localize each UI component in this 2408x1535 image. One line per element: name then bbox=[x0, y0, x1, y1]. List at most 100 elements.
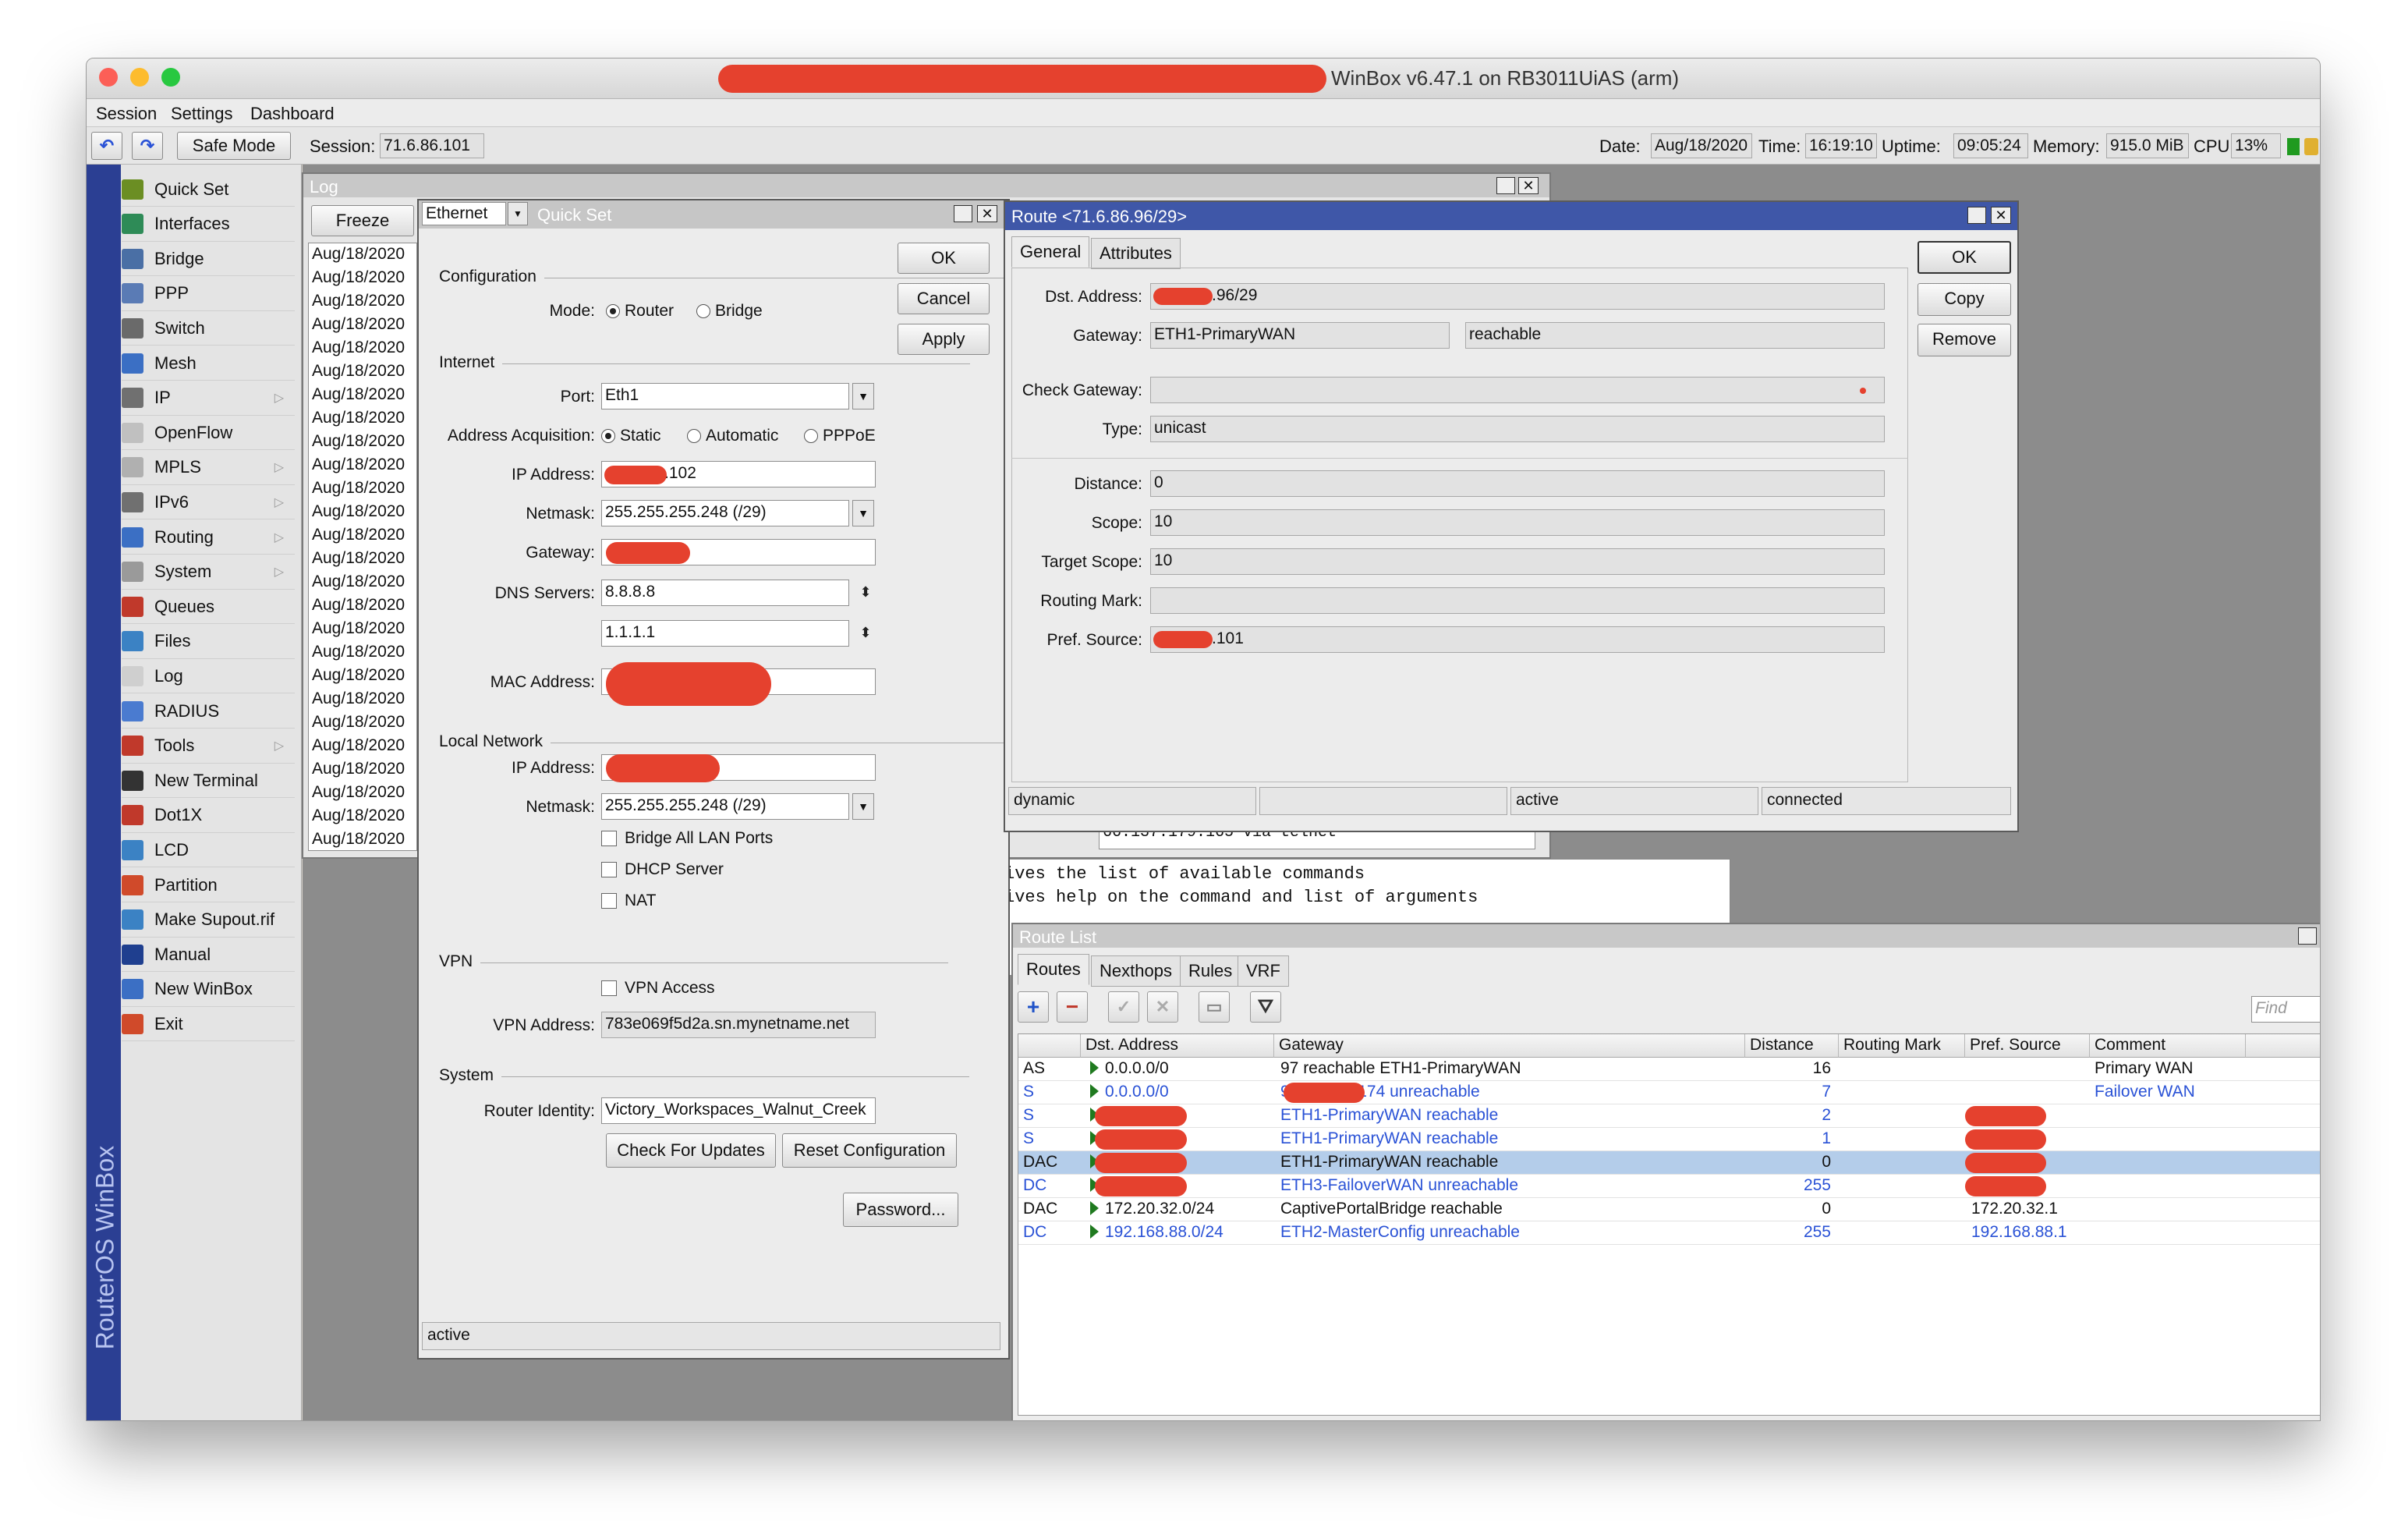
sidebar-item-new-terminal[interactable]: New Terminal bbox=[122, 764, 295, 799]
close-icon[interactable]: ✕ bbox=[1991, 207, 2011, 224]
freeze-button[interactable]: Freeze bbox=[311, 205, 414, 236]
port-field[interactable]: Eth1 bbox=[601, 383, 849, 409]
table-row[interactable]: S96/29ETH1-PrimaryWAN reachable1.101 bbox=[1018, 1128, 2320, 1151]
log-entry[interactable]: Aug/18/2020 bbox=[312, 526, 405, 544]
dhcp-server-checkbox[interactable] bbox=[601, 862, 617, 877]
log-entry[interactable]: Aug/18/2020 bbox=[312, 268, 405, 287]
table-row[interactable]: DC7.168/29ETH3-FailoverWAN unreachable25… bbox=[1018, 1175, 2320, 1198]
sidebar-item-exit[interactable]: Exit bbox=[122, 1007, 295, 1042]
vpn-access-checkbox[interactable] bbox=[601, 980, 617, 996]
mode-bridge-radio[interactable]: Bridge bbox=[696, 302, 763, 321]
col-extra[interactable] bbox=[2246, 1034, 2320, 1058]
mode-select[interactable]: Ethernet bbox=[422, 202, 506, 225]
menu-settings[interactable]: Settings bbox=[171, 104, 233, 124]
col-pref-source[interactable]: Pref. Source bbox=[1965, 1034, 2090, 1058]
table-row[interactable]: DAC96/29ETH1-PrimaryWAN reachable0.101 bbox=[1018, 1151, 2320, 1175]
filter-icon[interactable]: ⛛ bbox=[1250, 991, 1281, 1023]
routing-mark-field[interactable] bbox=[1150, 587, 1885, 614]
log-entry[interactable]: Aug/18/2020 bbox=[312, 456, 405, 474]
bridge-lan-checkbox[interactable] bbox=[601, 831, 617, 846]
tab-attributes[interactable]: Attributes bbox=[1091, 238, 1181, 269]
close-icon[interactable]: ✕ bbox=[1518, 177, 1539, 194]
log-entry[interactable]: Aug/18/2020 bbox=[312, 479, 405, 498]
log-entry[interactable]: Aug/18/2020 bbox=[312, 573, 405, 591]
sidebar-item-new-winbox[interactable]: New WinBox bbox=[122, 973, 295, 1007]
log-entry[interactable]: Aug/18/2020 bbox=[312, 690, 405, 708]
table-row[interactable]: S96/29ETH1-PrimaryWAN reachable2.102 bbox=[1018, 1104, 2320, 1128]
menu-session[interactable]: Session bbox=[96, 104, 157, 124]
log-entry[interactable]: Aug/18/2020 bbox=[312, 760, 405, 778]
sidebar-item-ip[interactable]: IP ▷ bbox=[122, 381, 295, 416]
sidebar-item-tools[interactable]: Tools ▷ bbox=[122, 729, 295, 764]
mode-select-dropdown-icon[interactable]: ▼ bbox=[508, 202, 528, 225]
log-entry[interactable]: Aug/18/2020 bbox=[312, 830, 405, 849]
check-updates-button[interactable]: Check For Updates bbox=[606, 1133, 776, 1168]
col-dst-address[interactable]: Dst. Address bbox=[1081, 1034, 1274, 1058]
netmask-dropdown-icon[interactable]: ▼ bbox=[852, 500, 874, 526]
add-icon[interactable]: + bbox=[1018, 991, 1049, 1023]
log-entry[interactable]: Aug/18/2020 bbox=[312, 315, 405, 334]
comment-icon[interactable]: ▭ bbox=[1199, 991, 1230, 1023]
log-entry[interactable]: Aug/18/2020 bbox=[312, 619, 405, 638]
log-entry[interactable]: Aug/18/2020 bbox=[312, 713, 405, 732]
reset-configuration-button[interactable]: Reset Configuration bbox=[782, 1133, 957, 1168]
router-identity-field[interactable]: Victory_Workspaces_Walnut_Creek bbox=[601, 1097, 876, 1124]
netmask-field[interactable]: 255.255.255.248 (/29) bbox=[601, 500, 849, 526]
tab-vrf[interactable]: VRF bbox=[1238, 955, 1289, 987]
log-entry[interactable]: Aug/18/2020 bbox=[312, 409, 405, 427]
col-routing-mark[interactable]: Routing Mark bbox=[1839, 1034, 1965, 1058]
log-list[interactable]: Aug/18/2020 Aug/18/2020 Aug/18/2020 Aug/18/… bbox=[308, 243, 417, 851]
minimize-window-button[interactable] bbox=[130, 68, 149, 87]
log-entry[interactable]: Aug/18/2020 bbox=[312, 385, 405, 404]
sidebar-item-partition[interactable]: Partition bbox=[122, 868, 295, 902]
sidebar-item-ipv6[interactable]: IPv6 ▷ bbox=[122, 485, 295, 520]
sidebar-item-dot1x[interactable]: Dot1X bbox=[122, 799, 295, 833]
dns-server-2-field[interactable]: 1.1.1.1 bbox=[601, 620, 849, 647]
check-gateway-field[interactable] bbox=[1150, 377, 1885, 403]
sidebar-item-system[interactable]: System ▷ bbox=[122, 555, 295, 590]
menu-dashboard[interactable]: Dashboard bbox=[250, 104, 335, 124]
sidebar-item-manual[interactable]: Manual bbox=[122, 938, 295, 973]
dns-2-updown-icon[interactable]: ⬍ bbox=[855, 620, 876, 645]
dst-address-field[interactable]: .96/29 bbox=[1150, 283, 1885, 310]
log-entry[interactable]: Aug/18/2020 bbox=[312, 783, 405, 802]
log-entry[interactable]: Aug/18/2020 bbox=[312, 362, 405, 381]
enable-icon[interactable]: ✓ bbox=[1108, 991, 1139, 1023]
port-dropdown-icon[interactable]: ▼ bbox=[852, 383, 874, 409]
sidebar-item-switch[interactable]: Switch bbox=[122, 311, 295, 346]
copy-button[interactable]: Copy bbox=[1918, 283, 2011, 316]
sidebar-item-files[interactable]: Files bbox=[122, 625, 295, 659]
log-entry[interactable]: Aug/18/2020 bbox=[312, 666, 405, 685]
log-entry[interactable]: Aug/18/2020 bbox=[312, 339, 405, 357]
col-distance[interactable]: Distance bbox=[1745, 1034, 1839, 1058]
restore-icon[interactable] bbox=[954, 205, 972, 222]
sidebar-item-lcd[interactable]: LCD bbox=[122, 833, 295, 868]
ok-button[interactable]: OK bbox=[898, 243, 990, 274]
pref-source-field[interactable]: .101 bbox=[1150, 626, 1885, 653]
disable-icon[interactable]: ✕ bbox=[1147, 991, 1178, 1023]
ok-button[interactable]: OK bbox=[1918, 241, 2011, 274]
table-row[interactable]: AS 0.0.0.0/0 97 reachable ETH1-PrimaryWAN 1… bbox=[1018, 1058, 2320, 1081]
table-row[interactable]: DAC 172.20.32.0/24 CaptivePortalBridge rea… bbox=[1018, 1198, 2320, 1221]
lan-netmask-field[interactable]: 255.255.255.248 (/29) bbox=[601, 793, 849, 820]
lan-netmask-dropdown-icon[interactable]: ▼ bbox=[852, 793, 874, 820]
safe-mode-button[interactable]: Safe Mode bbox=[177, 132, 291, 160]
col-comment[interactable]: Comment bbox=[2090, 1034, 2246, 1058]
close-window-button[interactable] bbox=[99, 68, 118, 87]
acq-static-radio[interactable]: Static bbox=[601, 427, 661, 445]
sidebar-item-bridge[interactable]: Bridge bbox=[122, 242, 295, 277]
log-entry[interactable]: Aug/18/2020 bbox=[312, 432, 405, 451]
tab-rules[interactable]: Rules bbox=[1180, 955, 1241, 987]
zoom-window-button[interactable] bbox=[161, 68, 180, 87]
sidebar-item-interfaces[interactable]: Interfaces bbox=[122, 207, 295, 242]
scope-field[interactable]: 10 bbox=[1150, 509, 1885, 536]
password-button[interactable]: Password... bbox=[843, 1193, 958, 1227]
log-entry[interactable]: Aug/18/2020 bbox=[312, 736, 405, 755]
acq-automatic-radio[interactable]: Automatic bbox=[687, 427, 778, 445]
log-entry[interactable]: Aug/18/2020 bbox=[312, 245, 405, 264]
dns-server-1-field[interactable]: 8.8.8.8 bbox=[601, 580, 849, 606]
sidebar-item-routing[interactable]: Routing ▷ bbox=[122, 520, 295, 555]
sidebar-item-queues[interactable]: Queues bbox=[122, 590, 295, 625]
acq-pppoe-radio[interactable]: PPPoE bbox=[804, 427, 876, 445]
find-input[interactable]: Find bbox=[2251, 996, 2320, 1023]
